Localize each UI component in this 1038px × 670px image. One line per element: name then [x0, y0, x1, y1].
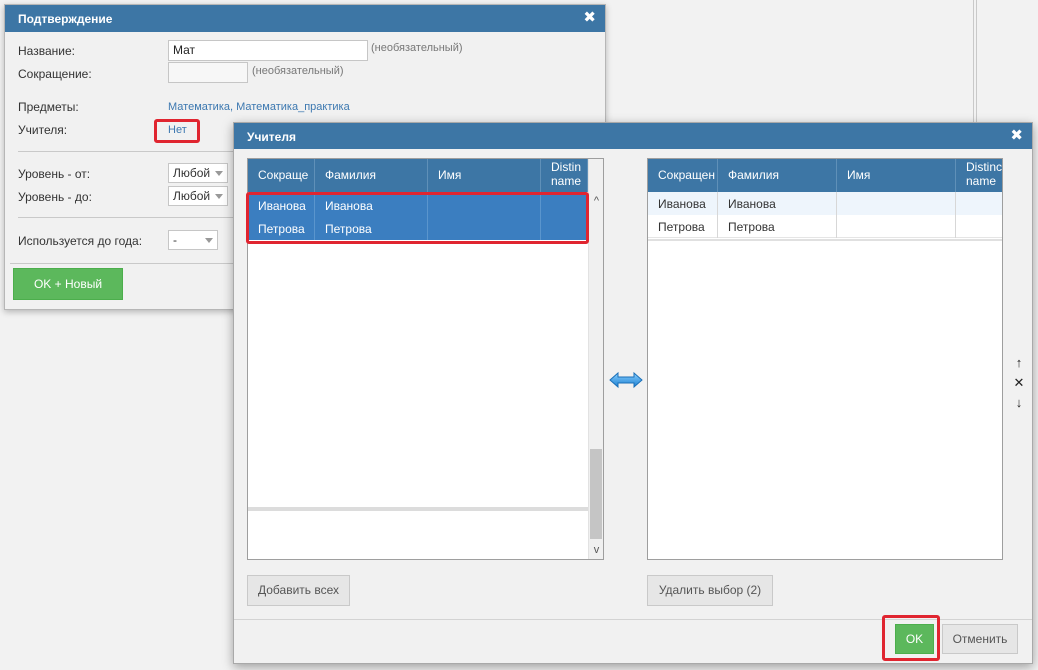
scrollbar-thumb[interactable] — [590, 449, 602, 539]
available-teachers-grid: Сокраще Фамилия Имя Distin name Иванова … — [247, 158, 604, 560]
move-up-icon[interactable]: ↑ — [1012, 355, 1026, 370]
column-header-dn[interactable]: Distinc name — [956, 159, 1003, 192]
table-row[interactable]: Петрова Петрова — [648, 215, 1002, 238]
close-icon[interactable]: ✖ — [583, 10, 596, 25]
level-to-value: Любой — [173, 189, 211, 203]
cell-abbr: Петрова — [248, 217, 315, 240]
abbr-optional-hint: (необязательный) — [252, 65, 344, 77]
used-until-select[interactable]: - — [168, 230, 218, 250]
cell-name — [837, 215, 956, 238]
table-row[interactable]: Петрова Петрова — [248, 217, 588, 240]
cell-surname: Иванова — [718, 192, 837, 215]
abbr-input[interactable] — [168, 62, 248, 83]
chevron-down-icon — [215, 171, 223, 176]
double-arrow-icon[interactable] — [609, 371, 643, 392]
column-header-dn-line1: Distinc — [966, 160, 1003, 174]
level-to-label: Уровень - до: — [18, 190, 92, 204]
column-header-dn-line2: name — [966, 174, 997, 188]
level-from-select[interactable]: Любой — [168, 163, 228, 183]
column-header-abbr[interactable]: Сокращен — [648, 159, 718, 192]
ok-new-button[interactable]: OK + Новый — [13, 268, 123, 300]
remove-selected-button[interactable]: Удалить выбор (2) — [647, 575, 773, 606]
used-until-value: - — [173, 233, 177, 247]
cell-surname: Иванова — [315, 194, 428, 217]
subjects-label: Предметы: — [18, 100, 79, 114]
ok-button[interactable]: OK — [895, 624, 934, 654]
move-down-icon[interactable]: ↓ — [1012, 395, 1026, 410]
close-icon[interactable]: ✖ — [1010, 128, 1023, 143]
teachers-dialog-title: Учителя — [247, 130, 296, 144]
column-header-name[interactable]: Имя — [837, 159, 956, 192]
vertical-scrollbar[interactable]: ^ v — [588, 159, 603, 559]
column-header-dn-line1: Distin — [551, 160, 582, 174]
teachers-label: Учителя: — [18, 123, 68, 137]
grid-header: Сокращен Фамилия Имя Distinc name — [648, 159, 1003, 192]
background-divider — [973, 0, 977, 125]
level-from-label: Уровень - от: — [18, 167, 91, 181]
cell-surname: Петрова — [718, 215, 837, 238]
teachers-dialog: Учителя ✖ Сокраще Фамилия Имя Distin nam… — [233, 122, 1033, 664]
scroll-up-icon[interactable]: ^ — [589, 195, 603, 207]
row-separator — [648, 239, 1002, 241]
name-input[interactable]: Мат — [168, 40, 368, 61]
cell-dn — [541, 217, 588, 240]
scroll-down-icon[interactable]: v — [589, 544, 603, 556]
table-row[interactable]: Иванова Иванова — [648, 192, 1002, 215]
chevron-down-icon — [215, 194, 223, 199]
name-label: Название: — [18, 44, 75, 58]
row-separator — [248, 507, 588, 511]
confirm-dialog-title: Подтверждение — [18, 12, 113, 26]
level-to-select[interactable]: Любой — [168, 186, 228, 206]
cell-dn — [956, 192, 1002, 215]
teachers-dialog-header: Учителя ✖ — [234, 123, 1032, 149]
cell-dn — [956, 215, 1002, 238]
cell-name — [428, 217, 541, 240]
cell-abbr: Иванова — [248, 194, 315, 217]
name-optional-hint: (необязательный) — [371, 42, 463, 54]
cell-abbr: Иванова — [648, 192, 718, 215]
cell-name — [837, 192, 956, 215]
footer-divider — [234, 619, 1032, 620]
column-header-surname[interactable]: Фамилия — [315, 159, 428, 192]
add-all-button[interactable]: Добавить всех — [247, 575, 350, 606]
used-until-label: Используется до года: — [18, 234, 143, 248]
column-header-surname[interactable]: Фамилия — [718, 159, 837, 192]
grid-header: Сокраще Фамилия Имя Distin name — [248, 159, 588, 192]
remove-icon[interactable]: ✕ — [1012, 375, 1026, 391]
cell-name — [428, 194, 541, 217]
chevron-down-icon — [205, 238, 213, 243]
subjects-link[interactable]: Математика, Математика_практика — [168, 101, 350, 113]
selected-teachers-grid: Сокращен Фамилия Имя Distinc name Иванов… — [647, 158, 1003, 560]
column-header-dn[interactable]: Distin name — [541, 159, 588, 192]
cell-abbr: Петрова — [648, 215, 718, 238]
abbr-label: Сокращение: — [18, 67, 92, 81]
column-header-name[interactable]: Имя — [428, 159, 541, 192]
table-row[interactable]: Иванова Иванова — [248, 194, 588, 217]
column-header-abbr[interactable]: Сокраще — [248, 159, 315, 192]
teachers-link[interactable]: Нет — [168, 124, 187, 136]
confirm-dialog-header: Подтверждение ✖ — [5, 5, 605, 32]
cancel-button[interactable]: Отменить — [942, 624, 1018, 654]
column-header-dn-line2: name — [551, 174, 582, 188]
cell-surname: Петрова — [315, 217, 428, 240]
level-from-value: Любой — [173, 166, 211, 180]
cell-dn — [541, 194, 588, 217]
